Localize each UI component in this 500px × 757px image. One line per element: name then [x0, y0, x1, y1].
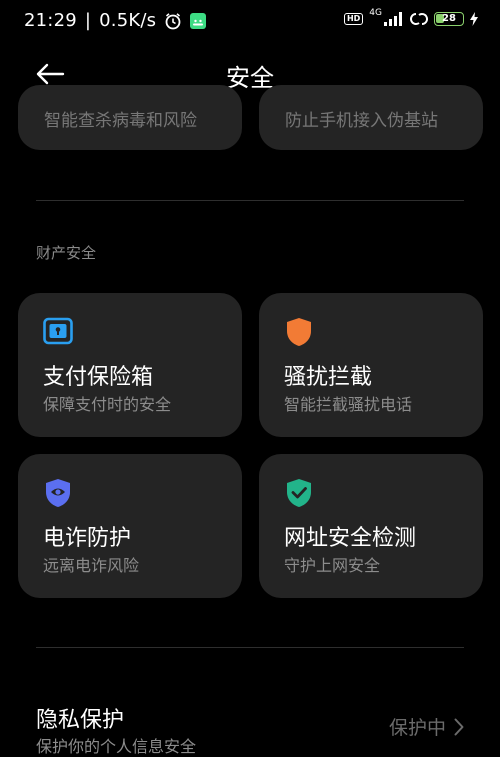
fraud-protection-title: 电诈防护	[43, 526, 132, 551]
url-check-title: 网址安全检测	[284, 526, 417, 551]
status-left: 21:29 | 0.5K/s	[24, 10, 207, 31]
battery-icon: 28	[434, 12, 464, 26]
shield-icon	[287, 318, 311, 346]
fake-base-station-card[interactable]: 防止手机接入伪基站	[259, 85, 483, 150]
status-right: HD 4G 28	[343, 8, 478, 26]
status-net-speed: 0.5K/s	[99, 10, 157, 31]
harassment-block-card[interactable]: 骚扰拦截 智能拦截骚扰电话	[259, 293, 483, 437]
divider	[36, 200, 464, 201]
privacy-title: 隐私保护	[36, 708, 125, 733]
virus-scan-desc: 智能查杀病毒和风险	[44, 111, 197, 131]
privacy-desc: 保护你的个人信息安全	[36, 737, 197, 756]
safe-box-icon	[43, 317, 73, 345]
chevron-right-icon	[454, 718, 464, 735]
payment-safe-desc: 保障支付时的安全	[43, 395, 172, 414]
status-bar: 21:29 | 0.5K/s HD 4G 28	[0, 0, 500, 44]
check-shield-icon	[287, 479, 311, 507]
status-separator: |	[84, 10, 92, 31]
alarm-icon	[165, 12, 181, 29]
fake-base-station-desc: 防止手机接入伪基站	[285, 111, 438, 131]
app-notification-icon	[190, 12, 207, 29]
divider	[36, 647, 464, 648]
harassment-block-title: 骚扰拦截	[284, 365, 373, 390]
privacy-status: 保护中	[389, 713, 464, 740]
hotspot-link-icon	[410, 13, 428, 25]
url-check-card[interactable]: 网址安全检测 守护上网安全	[259, 454, 483, 598]
section-title: 财产安全	[36, 244, 97, 262]
url-check-desc: 守护上网安全	[284, 556, 381, 575]
fraud-protection-card[interactable]: 电诈防护 远离电诈风险	[18, 454, 242, 598]
status-time: 21:29	[24, 10, 77, 31]
payment-safe-card[interactable]: 支付保险箱 保障支付时的安全	[18, 293, 242, 437]
virus-scan-card[interactable]: 智能查杀病毒和风险	[18, 85, 242, 150]
payment-safe-title: 支付保险箱	[43, 365, 154, 390]
eye-shield-icon	[46, 479, 70, 507]
fraud-protection-desc: 远离电诈风险	[43, 556, 140, 575]
charging-icon	[470, 12, 478, 26]
network-type: 4G	[369, 8, 382, 18]
harassment-block-desc: 智能拦截骚扰电话	[284, 395, 413, 414]
battery-level: 28	[442, 13, 456, 24]
hd-badge: HD	[343, 13, 364, 25]
signal-icon	[384, 12, 402, 26]
privacy-status-label: 保护中	[388, 717, 446, 739]
